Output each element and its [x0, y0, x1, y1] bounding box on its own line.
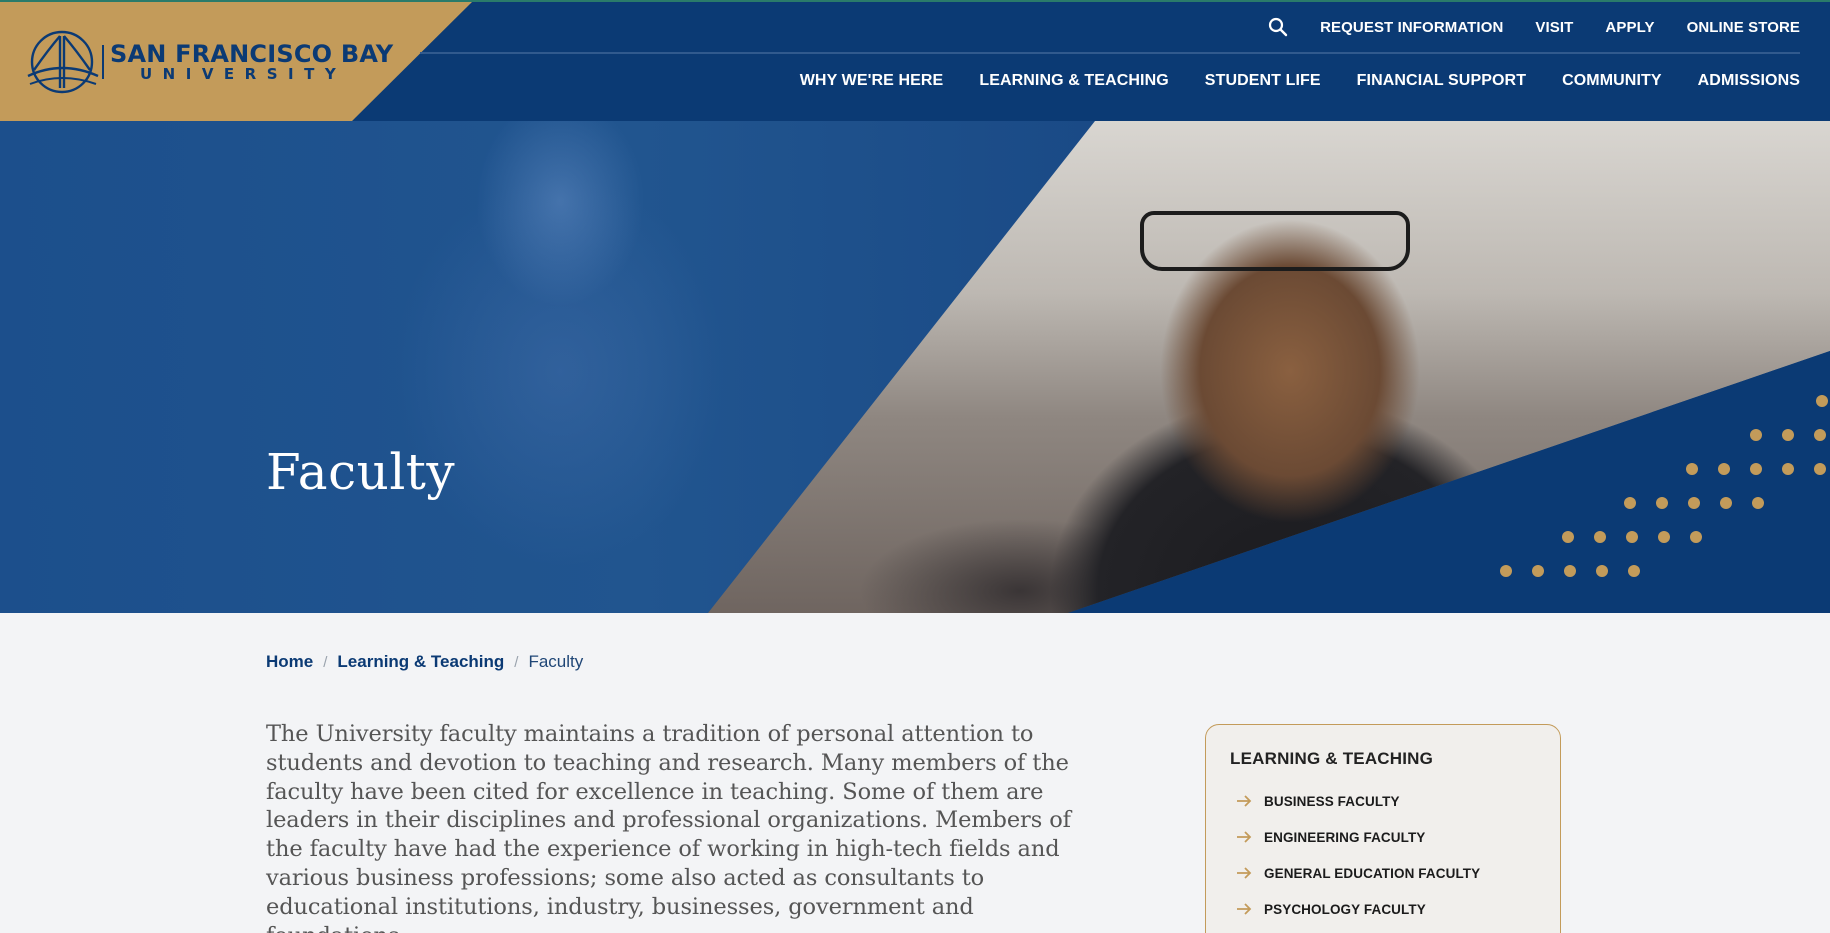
section-nav-label: ENGINEERING FACULTY: [1264, 829, 1426, 845]
arrow-right-icon: [1237, 903, 1252, 915]
util-link-apply[interactable]: APPLY: [1605, 19, 1654, 36]
decorative-dot: [1782, 429, 1794, 441]
breadcrumb-separator: /: [323, 653, 328, 671]
nav-item-community[interactable]: COMMUNITY: [1562, 72, 1662, 90]
hero-photo-glasses: [1140, 211, 1410, 271]
nav-item-admissions[interactable]: ADMISSIONS: [1698, 72, 1800, 90]
breadcrumb: Home / Learning & Teaching / Faculty: [266, 652, 583, 672]
nav-item-financial-support[interactable]: FINANCIAL SUPPORT: [1357, 72, 1526, 90]
nav-item-student-life[interactable]: STUDENT LIFE: [1205, 72, 1321, 90]
section-nav-title: LEARNING & TEACHING: [1230, 749, 1434, 768]
decorative-dot: [1782, 463, 1794, 475]
logo-divider: [102, 45, 104, 79]
site-header: SAN FRANCISCO BAY UNIVERSITY REQUEST INF…: [0, 0, 1830, 123]
university-logo[interactable]: SAN FRANCISCO BAY UNIVERSITY: [26, 30, 393, 94]
breadcrumb-home[interactable]: Home: [266, 652, 313, 672]
header-divider: [420, 52, 1800, 54]
decorative-dot: [1688, 497, 1700, 509]
decorative-dot: [1532, 565, 1544, 577]
utility-nav: REQUEST INFORMATION VISIT APPLY ONLINE S…: [1268, 4, 1800, 50]
breadcrumb-separator: /: [514, 653, 519, 671]
decorative-dot: [1626, 531, 1638, 543]
decorative-dot: [1624, 497, 1636, 509]
decorative-dot: [1750, 429, 1762, 441]
decorative-dot: [1500, 565, 1512, 577]
logo-wordmark: SAN FRANCISCO BAY UNIVERSITY: [110, 42, 393, 82]
logo-name-line1: SAN FRANCISCO BAY: [110, 40, 394, 68]
main-nav: WHY WE'RE HERE LEARNING & TEACHING STUDE…: [800, 72, 1800, 90]
decorative-dot: [1816, 395, 1828, 407]
section-nav-card: LEARNING & TEACHING BUSINESS FACULTY ENG…: [1205, 724, 1561, 933]
search-icon[interactable]: [1268, 17, 1288, 37]
section-nav-item-business-faculty[interactable]: BUSINESS FACULTY: [1230, 783, 1536, 819]
arrow-right-icon: [1237, 831, 1252, 843]
util-link-online-store[interactable]: ONLINE STORE: [1687, 19, 1800, 36]
section-nav-label: PSYCHOLOGY FACULTY: [1264, 901, 1426, 917]
hero-banner: Faculty: [0, 121, 1830, 613]
decorative-dot: [1690, 531, 1702, 543]
decorative-dot: [1594, 531, 1606, 543]
arrow-right-icon: [1237, 867, 1252, 879]
decorative-dot: [1718, 463, 1730, 475]
intro-paragraph: The University faculty maintains a tradi…: [266, 721, 1071, 933]
nav-item-learning-teaching[interactable]: LEARNING & TEACHING: [979, 72, 1168, 90]
arrow-right-icon: [1237, 795, 1252, 807]
decorative-dot: [1720, 497, 1732, 509]
decorative-dot: [1752, 497, 1764, 509]
decorative-dot: [1628, 565, 1640, 577]
decorative-dot: [1814, 463, 1826, 475]
util-link-visit[interactable]: VISIT: [1535, 19, 1573, 36]
logo-name-line2: UNIVERSITY: [140, 65, 347, 83]
section-nav-list: BUSINESS FACULTY ENGINEERING FACULTY GEN…: [1230, 783, 1536, 927]
section-nav-item-psychology-faculty[interactable]: PSYCHOLOGY FACULTY: [1230, 891, 1536, 927]
decorative-dot: [1596, 565, 1608, 577]
bridge-logo-icon: [27, 30, 99, 94]
decorative-dot: [1686, 463, 1698, 475]
util-link-request-information[interactable]: REQUEST INFORMATION: [1320, 19, 1503, 36]
decorative-dot: [1656, 497, 1668, 509]
breadcrumb-learning-teaching[interactable]: Learning & Teaching: [337, 652, 504, 672]
nav-item-why-were-here[interactable]: WHY WE'RE HERE: [800, 72, 944, 90]
breadcrumb-current: Faculty: [528, 652, 584, 671]
section-nav-label: GENERAL EDUCATION FACULTY: [1264, 865, 1481, 881]
decorative-dots: [1500, 395, 1828, 577]
decorative-dot: [1750, 463, 1762, 475]
section-nav-item-general-education-faculty[interactable]: GENERAL EDUCATION FACULTY: [1230, 855, 1536, 891]
decorative-dot: [1658, 531, 1670, 543]
decorative-dot: [1814, 429, 1826, 441]
section-nav-item-engineering-faculty[interactable]: ENGINEERING FACULTY: [1230, 819, 1536, 855]
page-title: Faculty: [266, 443, 456, 501]
section-nav-label: BUSINESS FACULTY: [1264, 793, 1400, 809]
decorative-dot: [1562, 531, 1574, 543]
decorative-dot: [1564, 565, 1576, 577]
